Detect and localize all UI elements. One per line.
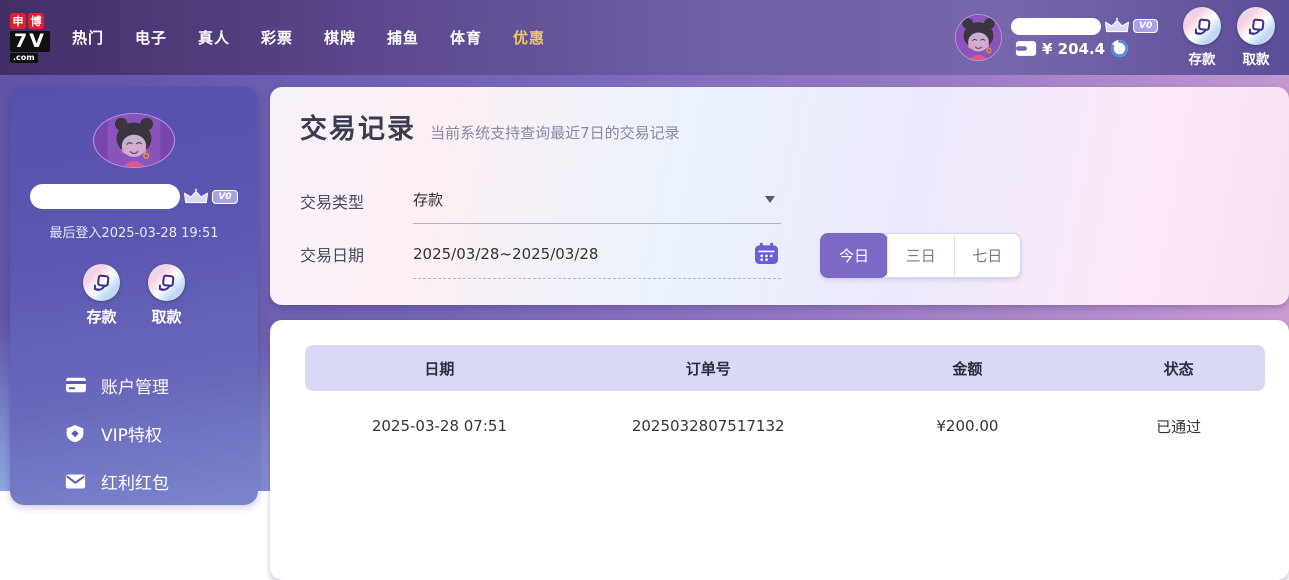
vip-level-badge: V0	[212, 190, 237, 204]
logo-cn-1: 申	[10, 13, 26, 29]
balance-row: ¥ 204.4	[1015, 39, 1163, 58]
site-logo[interactable]: 申 博 7V .com	[10, 13, 50, 63]
user-avatar-large[interactable]	[93, 113, 175, 168]
table-cell: 2025032807517132	[574, 417, 843, 435]
redacted-username	[1011, 18, 1101, 35]
transaction-date-row: 交易日期 2025/03/28~2025/03/28	[300, 235, 1289, 279]
logo-cn-2: 博	[28, 13, 44, 29]
wallet-icon	[1015, 40, 1037, 57]
table-body: 2025-03-28 07:512025032807517132¥200.00已…	[270, 391, 1289, 461]
logo-main: 7V	[10, 31, 50, 52]
user-info: V0 ¥ 204.4	[1011, 17, 1163, 58]
logo-cn-row: 申 博	[10, 13, 44, 29]
sidebar-menu: 账户管理 VIP特权红利红包	[10, 361, 258, 505]
table-header: 日期订单号金额状态	[305, 345, 1265, 391]
vip-level-badge: V0	[1133, 19, 1158, 33]
transaction-type-value: 存款	[413, 189, 765, 210]
nav-item[interactable]: 体育	[450, 27, 482, 48]
sidebar-item[interactable]: 红利红包	[65, 457, 258, 505]
action-label: 取款	[151, 306, 181, 327]
table-header-cell: 金额	[843, 358, 1093, 379]
action-label: 存款	[1189, 48, 1216, 68]
date-range-button-group: 今日三日七日	[820, 233, 1021, 278]
deposit-button[interactable]: 存款	[1183, 7, 1221, 68]
nav-item[interactable]: 真人	[198, 27, 230, 48]
transaction-date-field[interactable]: 2025/03/28~2025/03/28	[413, 235, 781, 279]
deposit-button[interactable]: 存款	[83, 264, 120, 327]
table-row: 2025-03-28 07:512025032807517132¥200.00已…	[305, 391, 1265, 461]
balance-amount: ¥ 204.4	[1042, 40, 1105, 58]
transaction-date-value: 2025/03/28~2025/03/28	[413, 245, 754, 263]
nav-item[interactable]: 彩票	[261, 27, 293, 48]
transaction-type-select[interactable]: 存款	[413, 182, 781, 224]
transaction-filter-card: 交易记录 当前系统支持查询最近7日的交易记录 交易类型 存款 交易日期 2025…	[270, 87, 1289, 305]
user-top-row: V0	[1011, 17, 1163, 35]
crown-icon	[183, 188, 209, 206]
sidebar-item-label: 账户管理	[101, 373, 169, 398]
table-header-cell: 日期	[305, 358, 574, 379]
nav-item[interactable]: 优惠	[513, 27, 545, 48]
chevron-down-icon	[765, 196, 775, 203]
main-content: 交易记录 当前系统支持查询最近7日的交易记录 交易类型 存款 交易日期 2025…	[270, 87, 1289, 501]
transaction-table-card: 日期订单号金额状态 2025-03-28 07:5120250328075171…	[270, 320, 1289, 580]
calendar-icon[interactable]	[754, 242, 779, 265]
nav-item[interactable]: 热门	[72, 27, 104, 48]
transaction-type-row: 交易类型 存款	[300, 182, 1289, 224]
sidebar-quick-actions: 存款 取款	[83, 264, 185, 327]
table-header-cell: 订单号	[574, 358, 843, 379]
crown-icon	[1104, 17, 1130, 35]
logo-suffix: .com	[10, 53, 38, 63]
date-range-button[interactable]: 七日	[954, 234, 1020, 277]
last-login-text: 最后登入2025-03-28 19:51	[49, 222, 218, 241]
nav-item[interactable]: 电子	[135, 27, 167, 48]
date-range-button[interactable]: 今日	[820, 233, 888, 278]
navbar-actions: 存款 取款	[1183, 7, 1275, 68]
table-cell: 2025-03-28 07:51	[305, 417, 574, 435]
redacted-username	[30, 184, 180, 209]
page-title: 交易记录	[300, 114, 416, 145]
transaction-date-label: 交易日期	[300, 235, 413, 279]
refresh-balance-icon[interactable]	[1110, 39, 1129, 58]
table-header-cell: 状态	[1092, 358, 1265, 379]
card-icon	[65, 376, 88, 394]
sidebar: V0 最后登入2025-03-28 19:51 存款 取款 账户管理 VIP特权红利…	[10, 87, 258, 505]
user-avatar[interactable]	[955, 14, 1002, 61]
nav-item[interactable]: 捕鱼	[387, 27, 419, 48]
deposit-icon	[1183, 7, 1221, 45]
page-subtitle: 当前系统支持查询最近7日的交易记录	[430, 124, 680, 142]
main-nav: 热门 电子 真人 彩票 棋牌 捕鱼 体育 优惠	[72, 27, 545, 48]
action-label: 存款	[86, 306, 116, 327]
top-navbar: 申 博 7V .com 热门 电子 真人 彩票 棋牌 捕鱼 体育 优惠 V0 ¥ 204.4	[0, 0, 1289, 75]
sidebar-user-row: V0	[30, 184, 237, 209]
withdraw-icon	[1237, 7, 1275, 45]
vip-icon	[65, 424, 88, 443]
sidebar-item-label: VIP特权	[101, 421, 162, 446]
withdraw-button[interactable]: 取款	[1237, 7, 1275, 68]
sidebar-item[interactable]: 账户管理	[65, 361, 258, 409]
page-body: V0 最后登入2025-03-28 19:51 存款取款 账户管理VIP特权红利…	[0, 75, 1289, 491]
table-cell: 已通过	[1092, 416, 1265, 437]
sidebar-item[interactable]: VIP特权	[65, 409, 258, 457]
action-label: 取款	[1243, 48, 1270, 68]
nav-item[interactable]: 棋牌	[324, 27, 356, 48]
withdraw-icon	[148, 264, 185, 301]
navbar-user-area: V0 ¥ 204.4 存款 取款	[955, 7, 1275, 68]
withdraw-button[interactable]: 取款	[148, 264, 185, 327]
envelope-icon	[65, 473, 88, 490]
title-row: 交易记录 当前系统支持查询最近7日的交易记录	[300, 107, 1289, 146]
date-range-button[interactable]: 三日	[887, 234, 953, 277]
transaction-type-label: 交易类型	[300, 182, 413, 224]
deposit-icon	[83, 264, 120, 301]
sidebar-item-label: 红利红包	[101, 469, 169, 494]
table-cell: ¥200.00	[843, 417, 1093, 435]
